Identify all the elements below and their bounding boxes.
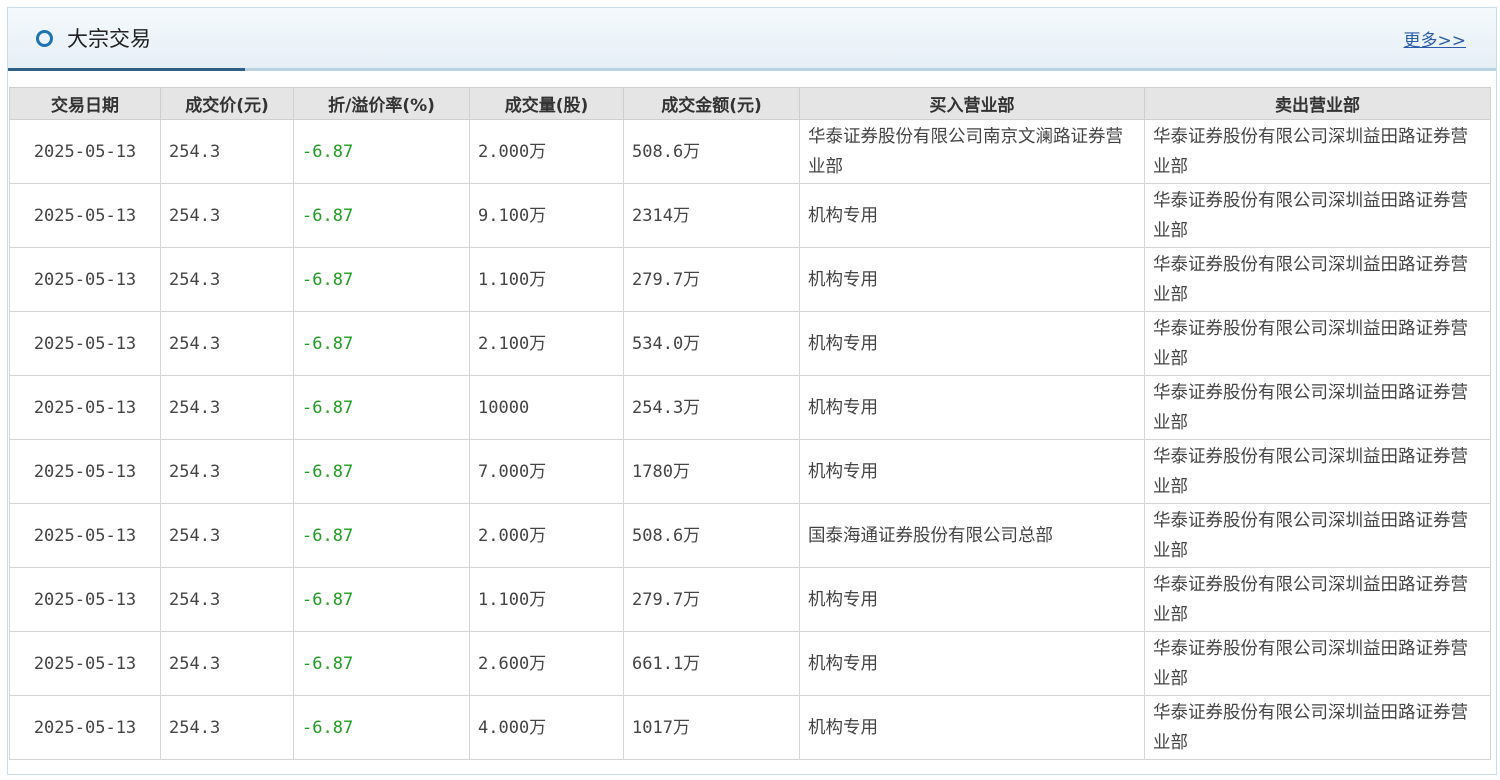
cell-date: 2025-05-13 (9, 119, 161, 184)
cell-rate: -6.87 (293, 631, 470, 696)
column-header-seller: 卖出营业部 (1144, 87, 1491, 120)
cell-buyer: 机构专用 (799, 311, 1145, 376)
panel-header: 大宗交易 更多>> (8, 8, 1496, 71)
cell-amount: 508.6万 (623, 503, 800, 568)
cell-price: 254.3 (160, 503, 294, 568)
cell-rate: -6.87 (293, 311, 470, 376)
cell-buyer: 机构专用 (799, 375, 1145, 440)
cell-volume: 9.100万 (469, 183, 624, 248)
table-row: 2025-05-13 254.3 -6.87 10000 254.3万 机构专用 华泰证券股… (9, 375, 1491, 440)
column-header-price: 成交价(元) (160, 87, 294, 120)
table-header-row: 交易日期 成交价(元) 折/溢价率(%) 成交量(股) 成交金额(元) 买入营业… (9, 87, 1491, 120)
cell-buyer: 机构专用 (799, 439, 1145, 504)
cell-amount: 1017万 (623, 695, 800, 760)
cell-buyer: 机构专用 (799, 247, 1145, 312)
cell-volume: 2.100万 (469, 311, 624, 376)
cell-date: 2025-05-13 (9, 183, 161, 248)
cell-rate: -6.87 (293, 119, 470, 184)
cell-seller: 华泰证券股份有限公司深圳益田路证券营业部 (1144, 183, 1491, 248)
cell-seller: 华泰证券股份有限公司深圳益田路证券营业部 (1144, 631, 1491, 696)
cell-amount: 279.7万 (623, 567, 800, 632)
cell-volume: 2.000万 (469, 503, 624, 568)
cell-seller: 华泰证券股份有限公司深圳益田路证券营业部 (1144, 567, 1491, 632)
cell-price: 254.3 (160, 439, 294, 504)
cell-date: 2025-05-13 (9, 503, 161, 568)
cell-volume: 1.100万 (469, 247, 624, 312)
cell-volume: 10000 (469, 375, 624, 440)
table-row: 2025-05-13 254.3 -6.87 1.100万 279.7万 机构专用 华泰证券… (9, 247, 1491, 312)
cell-seller: 华泰证券股份有限公司深圳益田路证券营业部 (1144, 119, 1491, 184)
cell-buyer: 机构专用 (799, 183, 1145, 248)
table-row: 2025-05-13 254.3 -6.87 2.000万 508.6万 国泰海通证券股份… (9, 503, 1491, 568)
cell-seller: 华泰证券股份有限公司深圳益田路证券营业部 (1144, 247, 1491, 312)
cell-price: 254.3 (160, 183, 294, 248)
circle-bullet-icon (36, 29, 53, 47)
cell-date: 2025-05-13 (9, 311, 161, 376)
cell-date: 2025-05-13 (9, 695, 161, 760)
more-link[interactable]: 更多>> (1404, 26, 1467, 51)
column-header-volume: 成交量(股) (469, 87, 624, 120)
cell-price: 254.3 (160, 567, 294, 632)
cell-volume: 4.000万 (469, 695, 624, 760)
cell-volume: 2.000万 (469, 119, 624, 184)
cell-price: 254.3 (160, 247, 294, 312)
panel-title: 大宗交易 (67, 27, 151, 51)
cell-date: 2025-05-13 (9, 631, 161, 696)
cell-seller: 华泰证券股份有限公司深圳益田路证券营业部 (1144, 503, 1491, 568)
cell-price: 254.3 (160, 375, 294, 440)
cell-rate: -6.87 (293, 695, 470, 760)
cell-rate: -6.87 (293, 183, 470, 248)
cell-amount: 2314万 (623, 183, 800, 248)
table-row: 2025-05-13 254.3 -6.87 2.600万 661.1万 机构专用 华泰证券… (9, 631, 1491, 696)
table-row: 2025-05-13 254.3 -6.87 4.000万 1017万 机构专用 华泰证券股… (9, 695, 1491, 760)
panel-title-wrap: 大宗交易 (36, 8, 151, 68)
cell-date: 2025-05-13 (9, 247, 161, 312)
cell-price: 254.3 (160, 311, 294, 376)
table-row: 2025-05-13 254.3 -6.87 1.100万 279.7万 机构专用 华泰证券… (9, 567, 1491, 632)
block-trade-table: 交易日期 成交价(元) 折/溢价率(%) 成交量(股) 成交金额(元) 买入营业… (9, 87, 1491, 760)
column-header-date: 交易日期 (9, 87, 161, 120)
cell-buyer: 国泰海通证券股份有限公司总部 (799, 503, 1145, 568)
cell-buyer: 机构专用 (799, 695, 1145, 760)
cell-seller: 华泰证券股份有限公司深圳益田路证券营业部 (1144, 695, 1491, 760)
cell-date: 2025-05-13 (9, 439, 161, 504)
cell-rate: -6.87 (293, 247, 470, 312)
cell-volume: 7.000万 (469, 439, 624, 504)
cell-amount: 508.6万 (623, 119, 800, 184)
cell-buyer: 华泰证券股份有限公司南京文澜路证券营业部 (799, 119, 1145, 184)
cell-date: 2025-05-13 (9, 375, 161, 440)
cell-rate: -6.87 (293, 439, 470, 504)
table-row: 2025-05-13 254.3 -6.87 2.100万 534.0万 机构专用 华泰证券… (9, 311, 1491, 376)
cell-price: 254.3 (160, 119, 294, 184)
cell-amount: 279.7万 (623, 247, 800, 312)
cell-rate: -6.87 (293, 375, 470, 440)
table-row: 2025-05-13 254.3 -6.87 2.000万 508.6万 华泰证券股份有限… (9, 119, 1491, 184)
table-row: 2025-05-13 254.3 -6.87 7.000万 1780万 机构专用 华泰证券股… (9, 439, 1491, 504)
cell-price: 254.3 (160, 631, 294, 696)
cell-seller: 华泰证券股份有限公司深圳益田路证券营业部 (1144, 375, 1491, 440)
cell-amount: 254.3万 (623, 375, 800, 440)
column-header-buyer: 买入营业部 (799, 87, 1145, 120)
cell-price: 254.3 (160, 695, 294, 760)
table-body: 2025-05-13 254.3 -6.87 2.000万 508.6万 华泰证券股份有限… (9, 119, 1491, 760)
cell-seller: 华泰证券股份有限公司深圳益田路证券营业部 (1144, 439, 1491, 504)
column-header-rate: 折/溢价率(%) (293, 87, 470, 120)
cell-rate: -6.87 (293, 567, 470, 632)
cell-volume: 1.100万 (469, 567, 624, 632)
header-accent-bar (8, 68, 245, 71)
cell-amount: 661.1万 (623, 631, 800, 696)
column-header-amount: 成交金额(元) (623, 87, 800, 120)
cell-amount: 1780万 (623, 439, 800, 504)
block-trade-panel: 大宗交易 更多>> 交易日期 成交价(元) 折/溢价率(%) 成交量(股) 成交… (7, 7, 1497, 775)
cell-buyer: 机构专用 (799, 567, 1145, 632)
cell-volume: 2.600万 (469, 631, 624, 696)
table-row: 2025-05-13 254.3 -6.87 9.100万 2314万 机构专用 华泰证券股… (9, 183, 1491, 248)
cell-date: 2025-05-13 (9, 567, 161, 632)
cell-buyer: 机构专用 (799, 631, 1145, 696)
cell-seller: 华泰证券股份有限公司深圳益田路证券营业部 (1144, 311, 1491, 376)
cell-amount: 534.0万 (623, 311, 800, 376)
cell-rate: -6.87 (293, 503, 470, 568)
